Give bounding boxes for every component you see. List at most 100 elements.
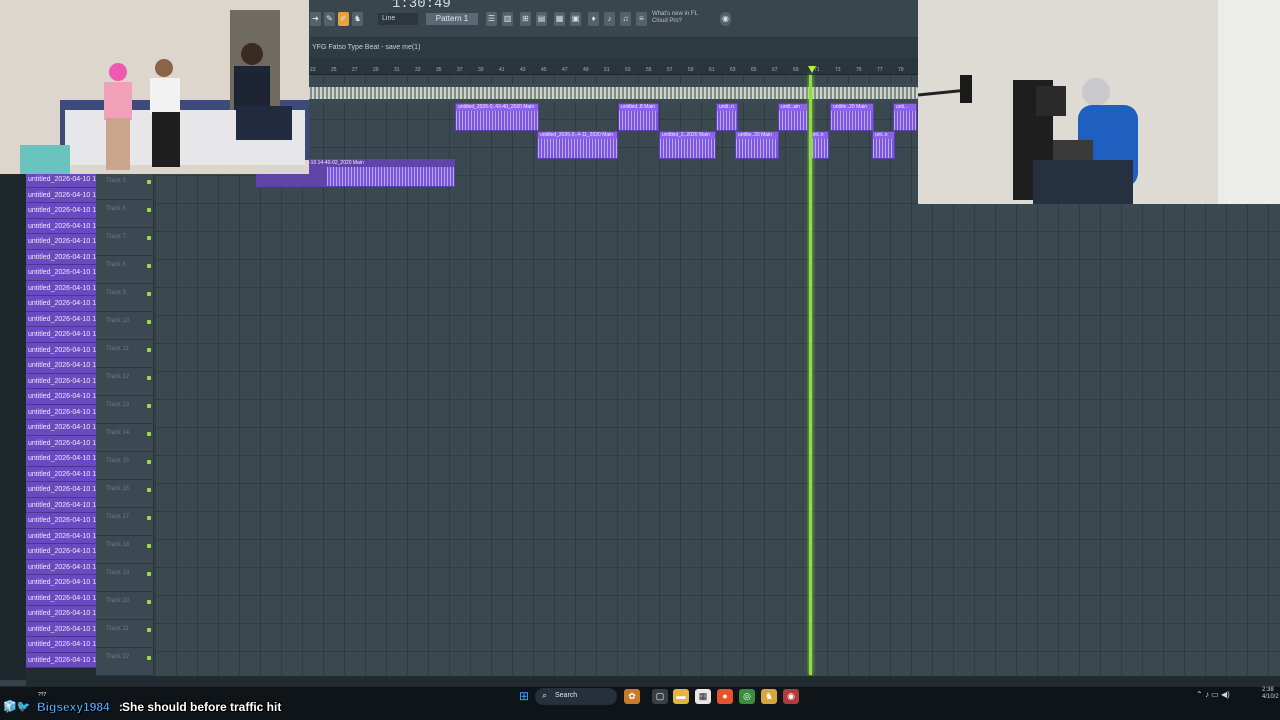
tempo-icon[interactable]: ♪ <box>604 12 615 26</box>
playlist-icon[interactable]: ☰ <box>486 12 497 26</box>
browser-file-item[interactable]: untitled_2026-04-10 14- <box>26 404 96 420</box>
track-mute-led[interactable] <box>147 628 151 632</box>
piano-roll-icon[interactable]: ▥ <box>502 12 513 26</box>
audio-clip[interactable]: unti... <box>893 103 917 131</box>
track-header[interactable]: Track 15 <box>96 452 154 480</box>
track-header[interactable]: Track 5 <box>96 172 154 200</box>
clock[interactable]: 2:38 4/10/2 <box>1262 687 1279 701</box>
marker-icon[interactable]: ♫ <box>620 12 631 26</box>
mixer-icon[interactable]: ⊞ <box>520 12 531 26</box>
track-header[interactable]: Track 20 <box>96 592 154 620</box>
browser-file-item[interactable]: untitled_2026-04-10 14- <box>26 482 96 498</box>
browser-file-item[interactable]: untitled_2026-04-10 14- <box>26 389 96 405</box>
network-icon[interactable]: ▭ <box>1211 690 1219 699</box>
track-mute-led[interactable] <box>147 488 151 492</box>
track-header[interactable]: Track 18 <box>96 536 154 564</box>
audio-clip[interactable]: untitled_2..2020 Main <box>659 131 716 159</box>
browser-file-item[interactable]: untitled_2026-04-10 14- <box>26 497 96 513</box>
mic-tray-icon[interactable]: ♪ <box>1205 690 1209 699</box>
browser-file-item[interactable]: untitled_2026-04-10 14- <box>26 575 96 591</box>
obs-icon[interactable]: ◉ <box>783 689 799 704</box>
track-mute-led[interactable] <box>147 432 151 436</box>
browser-file-item[interactable]: untitled_2026-04-10 14- <box>26 544 96 560</box>
globe-icon[interactable]: ◉ <box>720 12 731 26</box>
track-mute-led[interactable] <box>147 236 151 240</box>
track-mute-led[interactable] <box>147 348 151 352</box>
track-mute-led[interactable] <box>147 320 151 324</box>
audio-clip[interactable]: untit..n <box>716 103 738 131</box>
chevron-up-icon[interactable]: ⌃ <box>1196 690 1203 699</box>
audio-clip[interactable]: untit..ain <box>778 103 808 131</box>
browser-file-item[interactable]: untitled_2026-04-10 14- <box>26 234 96 250</box>
browser-file-item[interactable]: untitled_2026-04-10 14- <box>26 296 96 312</box>
track-header[interactable]: Track 19 <box>96 564 154 592</box>
track-header[interactable]: Track 16 <box>96 480 154 508</box>
fl-studio-icon[interactable]: ♞ <box>761 689 777 704</box>
track-mute-led[interactable] <box>147 404 151 408</box>
track-header[interactable]: Track 22 <box>96 648 154 676</box>
volume-icon[interactable]: ◀) <box>1221 690 1230 699</box>
draw-icon[interactable]: ✎ <box>324 12 335 26</box>
playhead-line[interactable] <box>809 75 812 675</box>
browser-file-item[interactable]: untitled_2026-04-10 14- <box>26 621 96 637</box>
track-mute-led[interactable] <box>147 376 151 380</box>
browser-file-item[interactable]: untitled_2026-04-10 14- <box>26 187 96 203</box>
track-mute-led[interactable] <box>147 264 151 268</box>
browser-file-item[interactable]: untitled_2026-04-10 14- <box>26 280 96 296</box>
browser-file-item[interactable]: untitled_2026-04-10 14- <box>26 652 96 668</box>
track-mute-led[interactable] <box>147 656 151 660</box>
news-panel[interactable]: What's new in FL Cloud Pro? <box>652 11 698 25</box>
track-header[interactable]: Track 21 <box>96 620 154 648</box>
task-view-icon[interactable]: ▢ <box>652 689 668 704</box>
track-mute-led[interactable] <box>147 460 151 464</box>
browser-file-item[interactable]: untitled_2026-04-10 14- <box>26 420 96 436</box>
browser-icon[interactable]: ▦ <box>554 12 565 26</box>
track-header[interactable]: Track 6 <box>96 200 154 228</box>
browser-file-item[interactable]: untitled_2026-04-10 14- <box>26 559 96 575</box>
store-icon[interactable]: ▦ <box>695 689 711 704</box>
browser-file-item[interactable]: untitled_2026-04-10 14- <box>26 435 96 451</box>
arrow-icon[interactable]: ➜ <box>310 12 321 26</box>
track-header[interactable]: Track 9 <box>96 284 154 312</box>
browser-file-item[interactable]: untitled_2026-04-10 14- <box>26 172 96 188</box>
flstudio-taskbar-icon[interactable]: ✿ <box>624 689 640 704</box>
browser-file-item[interactable]: untitled_2026-04-10 14- <box>26 265 96 281</box>
audio-clip[interactable]: untitle..20 Main <box>830 103 874 131</box>
browser-file-item[interactable]: untitled_2026-04-10 14- <box>26 513 96 529</box>
browser-file-item[interactable]: untitled_2026-04-10 14- <box>26 451 96 467</box>
browser-file-item[interactable]: untitled_2026-04-10 14- <box>26 203 96 219</box>
browser-file-item[interactable]: untitled_2026-04-10 14- <box>26 466 96 482</box>
track-mute-led[interactable] <box>147 516 151 520</box>
track-mute-led[interactable] <box>147 208 151 212</box>
plugin-icon[interactable]: ▣ <box>570 12 581 26</box>
browser-file-item[interactable]: untitled_2026-04-10 14- <box>26 590 96 606</box>
track-header[interactable]: Track 12 <box>96 368 154 396</box>
horizontal-scrollbar[interactable] <box>26 676 1280 686</box>
beat-waveform[interactable] <box>308 87 918 99</box>
firefox-icon[interactable]: ● <box>717 689 733 704</box>
browser-file-item[interactable]: untitled_2026-04-10 14- <box>26 327 96 343</box>
browser-file-item[interactable]: untitled_2026-04-10 14- <box>26 218 96 234</box>
channel-rack-icon[interactable]: ▤ <box>536 12 547 26</box>
browser-file-item[interactable]: untitled_2026-04-10 14- <box>26 637 96 653</box>
track-header[interactable]: Track 7 <box>96 228 154 256</box>
browser-file-item[interactable]: untitled_2026-04-10 14- <box>26 373 96 389</box>
snap-selector[interactable]: Line <box>378 13 418 25</box>
track-header[interactable]: Track 10 <box>96 312 154 340</box>
browser-file-item[interactable]: untitled_2026-04-10 14- <box>26 606 96 622</box>
track-header[interactable]: Track 13 <box>96 396 154 424</box>
browser-file-item[interactable]: untitled_2026-04-10 14- <box>26 358 96 374</box>
file-explorer-icon[interactable]: ▬ <box>673 689 689 704</box>
mic-icon[interactable]: ♦ <box>588 12 599 26</box>
track-mute-led[interactable] <box>147 180 151 184</box>
audio-clip[interactable]: unt..n <box>872 131 895 159</box>
browser-file-item[interactable]: untitled_2026-04-10 14- <box>26 311 96 327</box>
track-mute-led[interactable] <box>147 600 151 604</box>
track-mute-led[interactable] <box>147 292 151 296</box>
pattern-selector[interactable]: Pattern 1 <box>426 13 478 25</box>
system-tray[interactable]: ⌃ ♪ ▭ ◀) <box>1196 690 1230 699</box>
pencil-tool-icon[interactable]: ✐ <box>338 12 349 26</box>
track-mute-led[interactable] <box>147 544 151 548</box>
track-header[interactable]: Track 11 <box>96 340 154 368</box>
chrome-icon[interactable]: ◎ <box>739 689 755 704</box>
